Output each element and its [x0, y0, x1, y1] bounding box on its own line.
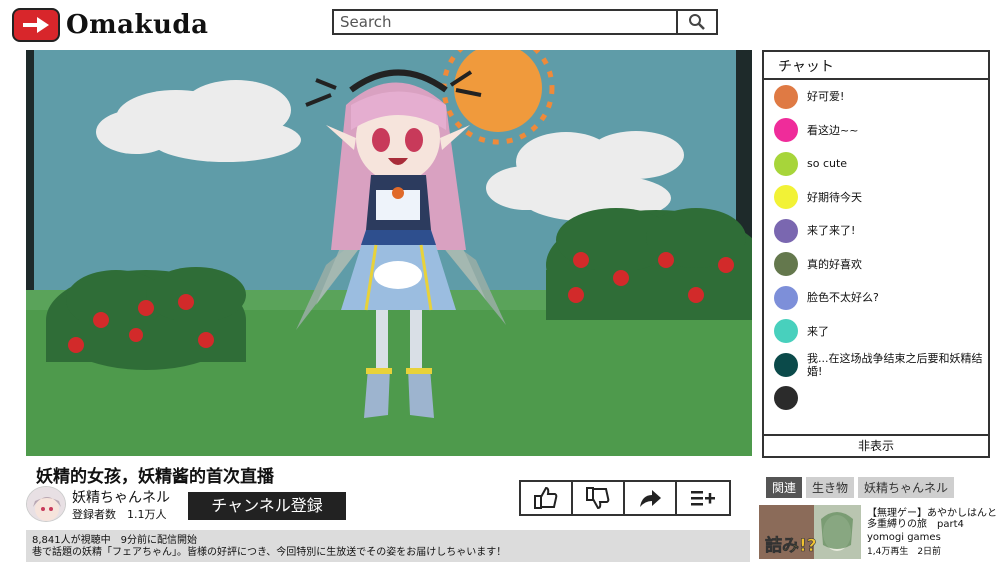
- logo-text: Omakuda: [66, 10, 209, 40]
- dislike-icon: [586, 487, 610, 510]
- chat-message: 好可爱!: [764, 80, 988, 114]
- subscribe-button[interactable]: チャンネル登録: [188, 492, 346, 520]
- chat-panel: チャット 好可爱! 看这边~~ so cute 好期待今天来了来了! 真的好喜欢脸色不太…: [762, 50, 990, 458]
- chat-messages[interactable]: 好可爱! 看这边~~ so cute 好期待今天来了来了! 真的好喜欢脸色不太好么? 来了…: [764, 80, 988, 434]
- chat-message: 来了: [764, 315, 988, 349]
- share-icon: [640, 490, 661, 507]
- chat-message: 真的好喜欢: [764, 248, 988, 282]
- search-bar: [332, 9, 718, 35]
- related-video-channel[interactable]: yomogi games: [867, 532, 941, 543]
- channel-name[interactable]: 妖精ちゃんネル: [72, 487, 170, 507]
- related-video-title[interactable]: 【無理ゲー】あやかしはんと多重縛りの旅 part4: [867, 508, 997, 530]
- chat-message-text: 脸色不太好么?: [807, 291, 879, 305]
- chat-message: 脸色不太好么?: [764, 281, 988, 315]
- chat-message: [764, 382, 988, 416]
- chat-avatar: [774, 386, 798, 411]
- bush-left: [46, 267, 246, 370]
- play-icon: [12, 8, 60, 42]
- chat-message-text: 好可爱!: [807, 90, 845, 104]
- video-player[interactable]: [26, 50, 752, 456]
- chat-avatar: [774, 151, 798, 176]
- search-button[interactable]: [678, 11, 716, 33]
- chat-message: 好期待今天: [764, 181, 988, 215]
- chat-message: 看这边~~: [764, 114, 988, 148]
- tab-channel[interactable]: 妖精ちゃんネル: [858, 477, 955, 498]
- related-tabs: 関連 生き物 妖精ちゃんネル: [766, 477, 955, 498]
- dislike-button[interactable]: [573, 482, 625, 514]
- hide-chat-button[interactable]: 非表示: [764, 434, 988, 456]
- chat-avatar: [774, 218, 798, 243]
- subscriber-count: 登録者数 1.1万人: [72, 508, 167, 521]
- chat-message-text: 来了: [807, 324, 829, 338]
- chat-message-text: 来了来了!: [807, 224, 856, 238]
- chat-avatar: [774, 185, 798, 210]
- related-video-meta: 1,4万再生 2日前: [867, 547, 942, 557]
- description-text: 巷で話題の妖精「フェアちゃん」。皆様の好評につき、今回特別に生放送でその姿をお届…: [32, 547, 507, 558]
- chat-avatar: [774, 84, 798, 109]
- viewer-stats: 8,841人が視聴中 9分前に配信開始: [32, 535, 197, 546]
- video-description: 8,841人が視聴中 9分前に配信開始 巷で話題の妖精「フェアちゃん」。皆様の好…: [26, 530, 750, 562]
- chat-title: チャット: [764, 52, 988, 80]
- add-playlist-button[interactable]: [677, 482, 729, 514]
- chat-message-text: so cute: [807, 157, 848, 171]
- chat-message: 我...在这场战争结束之后要和妖精结婚!: [764, 348, 988, 382]
- chat-avatar: [774, 252, 798, 277]
- chat-message-text: 看这边~~: [807, 123, 859, 137]
- bush-right: [546, 208, 752, 320]
- like-button[interactable]: [521, 482, 573, 514]
- chat-avatar: [774, 319, 798, 344]
- search-icon: [689, 14, 705, 30]
- video-title: 妖精的女孩，妖精酱的首次直播: [36, 467, 274, 487]
- video-actions: [519, 480, 731, 516]
- chat-avatar: [774, 118, 798, 143]
- chat-message-text: 我...在这场战争结束之后要和妖精结婚!: [807, 351, 983, 378]
- search-input[interactable]: [334, 11, 678, 33]
- chat-message-text: 真的好喜欢: [807, 257, 862, 271]
- chat-message-text: 好期待今天: [807, 190, 862, 204]
- chat-avatar: [774, 352, 798, 377]
- tab-creatures[interactable]: 生き物: [806, 477, 855, 498]
- related-video-thumbnail[interactable]: 詰み!?: [759, 505, 861, 559]
- chat-avatar: [774, 285, 798, 310]
- chat-message: 来了来了!: [764, 214, 988, 248]
- add-playlist-icon: [691, 491, 715, 506]
- chat-message: so cute: [764, 147, 988, 181]
- thumb-caption: 詰み!?: [765, 535, 817, 556]
- like-icon: [534, 486, 558, 509]
- channel-avatar[interactable]: [26, 486, 66, 522]
- share-button[interactable]: [625, 482, 677, 514]
- site-logo[interactable]: Omakuda: [12, 8, 208, 42]
- tab-related[interactable]: 関連: [766, 477, 803, 498]
